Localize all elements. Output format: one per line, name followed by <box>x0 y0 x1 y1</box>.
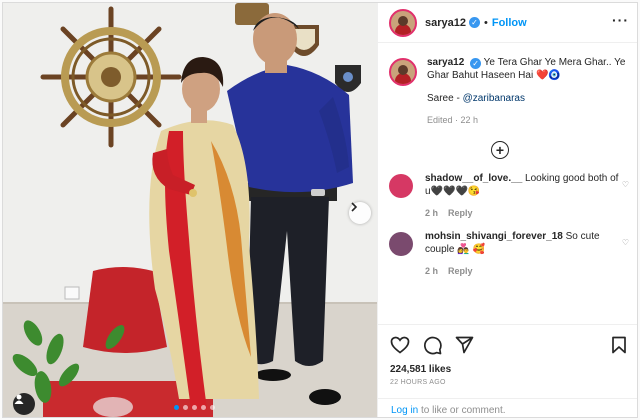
more-icon[interactable]: ··· <box>612 13 629 27</box>
caption-username[interactable]: sarya12 <box>427 57 464 68</box>
comment-body: shadow__of_love.__ Looking good both of … <box>425 172 625 220</box>
commenter-avatar[interactable] <box>389 174 413 198</box>
chevron-right-icon <box>351 202 358 212</box>
carousel-dot <box>201 405 206 410</box>
carousel-dot <box>210 405 215 410</box>
photo-illustration <box>3 3 377 417</box>
commenter-username[interactable]: mohsin_shivangi_forever_18 <box>425 231 563 242</box>
edited-timestamp: Edited · 22 h <box>427 115 479 125</box>
comment-content: mohsin_shivangi_forever_18 So cute coupl… <box>425 230 625 256</box>
verified-badge-icon: ✓ <box>469 17 480 28</box>
post-header: sarya12 ✓ • Follow ··· <box>378 3 637 43</box>
reply-button[interactable]: Reply <box>448 208 473 218</box>
bookmark-icon[interactable] <box>611 336 627 354</box>
likes-count[interactable]: 224,581 likes <box>390 364 451 375</box>
carousel-indicator <box>174 405 215 410</box>
saree-link[interactable]: @zaribanaras <box>463 93 525 104</box>
plus-circle-icon[interactable]: + <box>491 141 509 159</box>
comment-content: shadow__of_love.__ Looking good both of … <box>425 172 625 198</box>
heart-icon[interactable] <box>390 336 410 354</box>
login-prompt-text: to like or comment. <box>418 405 506 416</box>
heart-icon[interactable]: ♡ <box>622 238 629 247</box>
post-photo[interactable] <box>3 3 377 417</box>
comment-time: 2 h <box>425 208 439 218</box>
action-bar <box>378 324 637 364</box>
user-tag-icon <box>14 394 24 404</box>
verified-badge-icon: ✓ <box>470 58 482 69</box>
header-separator: • <box>484 16 488 29</box>
carousel-dot <box>174 405 179 410</box>
caption-avatar[interactable] <box>389 58 417 86</box>
post-panel: sarya12 ✓ • Follow ··· sarya12 ✓ Ye Tera… <box>377 3 637 417</box>
comment-list: shadow__of_love.__ Looking good both of … <box>378 172 637 278</box>
saree-credit: Saree - @zaribanaras <box>427 92 629 105</box>
commenter-avatar[interactable] <box>389 232 413 256</box>
comment-body: mohsin_shivangi_forever_18 So cute coupl… <box>425 230 625 278</box>
author-username[interactable]: sarya12 <box>425 17 466 29</box>
commenter-username[interactable]: shadow__of_love.__ <box>425 173 522 184</box>
comment-time: 2 h <box>425 266 439 276</box>
next-slide-button[interactable] <box>349 202 371 224</box>
post-timestamp: 22 HOURS AGO <box>390 379 446 386</box>
login-prompt: Log in to like or comment. <box>378 398 637 417</box>
login-link[interactable]: Log in <box>391 405 418 416</box>
comment-meta: 2 h Reply <box>425 265 625 278</box>
author-avatar[interactable] <box>389 8 417 37</box>
carousel-dot <box>183 405 188 410</box>
follow-button[interactable]: Follow <box>492 17 527 29</box>
saree-prefix: Saree - <box>427 93 463 104</box>
tagged-users-button[interactable] <box>13 393 35 415</box>
ship-wheel-decor <box>40 6 182 148</box>
post-modal: sarya12 ✓ • Follow ··· sarya12 ✓ Ye Tera… <box>2 2 638 418</box>
reply-button[interactable]: Reply <box>448 266 473 276</box>
comment-meta: 2 h Reply <box>425 207 625 220</box>
caption-body: sarya12 ✓ Ye Tera Ghar Ye Mera Ghar.. Ye… <box>427 56 629 127</box>
comments-scroll-area[interactable]: sarya12 ✓ Ye Tera Ghar Ye Mera Ghar.. Ye… <box>378 44 637 322</box>
comment-icon[interactable] <box>423 336 442 355</box>
carousel-dot <box>192 405 197 410</box>
comment-item: mohsin_shivangi_forever_18 So cute coupl… <box>378 230 637 278</box>
caption-text: sarya12 ✓ Ye Tera Ghar Ye Mera Ghar.. Ye… <box>427 56 629 82</box>
share-icon[interactable] <box>455 336 474 354</box>
post-caption: sarya12 ✓ Ye Tera Ghar Ye Mera Ghar.. Ye… <box>378 44 637 127</box>
caption-emoji: ❤️🧿 <box>535 70 561 81</box>
comment-item: shadow__of_love.__ Looking good both of … <box>378 172 637 220</box>
heart-icon[interactable]: ♡ <box>622 180 629 189</box>
